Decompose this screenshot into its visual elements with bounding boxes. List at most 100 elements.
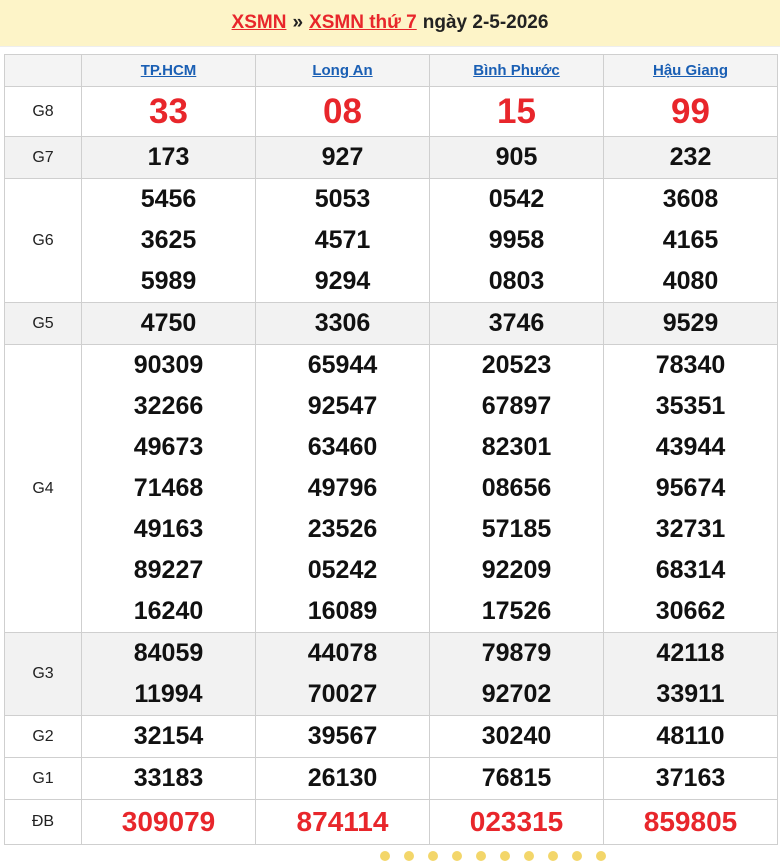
province-link[interactable]: TP.HCM xyxy=(141,62,197,79)
province-link[interactable]: Hậu Giang xyxy=(653,62,728,79)
prize-number: 92547 xyxy=(307,392,378,420)
prize-number: 49796 xyxy=(307,474,378,502)
prize-label: G5 xyxy=(4,302,82,345)
prize-number: 9294 xyxy=(314,267,371,295)
prize-number: 905 xyxy=(495,143,538,171)
prize-cell: 232 xyxy=(603,136,778,179)
prize-number: 16089 xyxy=(307,597,378,625)
prize-label: G4 xyxy=(4,344,82,633)
prize-number: 48110 xyxy=(656,722,725,750)
prize-cell: 33183 xyxy=(81,757,256,800)
prize-number: 9958 xyxy=(488,226,545,254)
prize-row: G5 4750 3306 3746 9529 xyxy=(4,302,778,345)
prize-row: G8 33 08 15 99 xyxy=(4,86,778,137)
prize-number: 67897 xyxy=(481,392,552,420)
breadcrumb-xsmn-thu7-link[interactable]: XSMN thứ 7 xyxy=(309,12,417,34)
prize-cell: 905 xyxy=(429,136,604,179)
prize-cell: 0542 9958 0803 xyxy=(429,178,604,303)
corner-cell xyxy=(4,54,82,87)
prize-number: 023315 xyxy=(469,806,564,837)
prize-number: 43944 xyxy=(655,433,726,461)
breadcrumb-xsmn-link[interactable]: XSMN xyxy=(232,12,287,34)
prize-number: 42118 xyxy=(656,639,725,667)
prize-cell: 15 xyxy=(429,86,604,137)
prize-row: G1 33183 26130 76815 37163 xyxy=(4,757,778,800)
prize-number: 49163 xyxy=(133,515,204,543)
prize-number: 4750 xyxy=(140,309,197,337)
prize-number: 16240 xyxy=(133,597,204,625)
province-header-row: TP.HCM Long An Bình Phước Hậu Giang xyxy=(4,54,778,87)
prize-number: 26130 xyxy=(307,764,378,792)
prize-number: 3625 xyxy=(140,226,197,254)
prize-cell: 023315 xyxy=(429,799,604,845)
province-link[interactable]: Bình Phước xyxy=(473,62,560,79)
prize-label: ĐB xyxy=(4,799,82,845)
prize-row: G3 84059 11994 44078 70027 79879 92702 42118 339… xyxy=(4,632,778,716)
prize-number: 70027 xyxy=(307,680,378,708)
prize-number: 65944 xyxy=(307,351,378,379)
prize-cell: 3306 xyxy=(255,302,430,345)
prize-number: 23526 xyxy=(307,515,378,543)
prize-number: 9529 xyxy=(662,309,719,337)
prize-cell: 859805 xyxy=(603,799,778,845)
prize-number: 4080 xyxy=(662,267,719,295)
prize-label: G3 xyxy=(4,632,82,716)
prize-cell: 44078 70027 xyxy=(255,632,430,716)
prize-number: 84059 xyxy=(133,639,204,667)
prize-cell: 5456 3625 5989 xyxy=(81,178,256,303)
prize-number: 173 xyxy=(147,143,190,171)
prize-cell: 5053 4571 9294 xyxy=(255,178,430,303)
prize-number: 20523 xyxy=(481,351,552,379)
prize-number: 33911 xyxy=(656,680,725,708)
prize-number: 89227 xyxy=(133,556,204,584)
prize-number: 39567 xyxy=(307,722,378,750)
prize-cell: 9529 xyxy=(603,302,778,345)
prize-number: 927 xyxy=(321,143,364,171)
prize-number: 11994 xyxy=(134,680,203,708)
prize-number: 76815 xyxy=(481,764,552,792)
prize-number: 05242 xyxy=(307,556,378,584)
draw-date: ngày 2-5-2026 xyxy=(422,12,549,33)
prize-number: 63460 xyxy=(307,433,378,461)
prize-row: G2 32154 39567 30240 48110 xyxy=(4,715,778,758)
prize-number: 35351 xyxy=(655,392,726,420)
prize-cell: 78340 35351 43944 95674 32731 68314 30662 xyxy=(603,344,778,633)
prize-cell: 39567 xyxy=(255,715,430,758)
prize-number: 99 xyxy=(671,92,710,131)
breadcrumb-separator: » xyxy=(292,12,304,33)
prize-cell: 173 xyxy=(81,136,256,179)
page-header: XSMN » XSMN thứ 7 ngày 2-5-2026 xyxy=(0,0,780,47)
prize-cell: 08 xyxy=(255,86,430,137)
prize-cell: 3746 xyxy=(429,302,604,345)
prize-cell: 90309 32266 49673 71468 49163 89227 16240 xyxy=(81,344,256,633)
prize-cell: 30240 xyxy=(429,715,604,758)
prize-cell: 874114 xyxy=(255,799,430,845)
prize-label: G7 xyxy=(4,136,82,179)
prize-cell: 99 xyxy=(603,86,778,137)
prize-number: 68314 xyxy=(655,556,726,584)
prize-number: 71468 xyxy=(133,474,204,502)
prize-row: ĐB 309079 874114 023315 859805 xyxy=(4,799,778,845)
prize-cell: 4750 xyxy=(81,302,256,345)
prize-label: G1 xyxy=(4,757,82,800)
prize-number: 32266 xyxy=(133,392,204,420)
prize-label: G2 xyxy=(4,715,82,758)
prize-number: 15 xyxy=(497,92,536,131)
prize-cell: 32154 xyxy=(81,715,256,758)
prize-number: 78340 xyxy=(655,351,726,379)
prize-number: 17526 xyxy=(481,597,552,625)
prize-number: 90309 xyxy=(133,351,204,379)
prize-cell: 33 xyxy=(81,86,256,137)
prize-cell: 37163 xyxy=(603,757,778,800)
prize-number: 874114 xyxy=(296,806,389,837)
prize-cell: 48110 xyxy=(603,715,778,758)
prize-number: 82301 xyxy=(481,433,552,461)
prize-number: 0803 xyxy=(488,267,545,295)
prize-number: 4571 xyxy=(314,226,371,254)
prize-number: 5456 xyxy=(140,185,197,213)
prize-number: 0542 xyxy=(488,185,545,213)
prize-number: 95674 xyxy=(655,474,726,502)
province-link[interactable]: Long An xyxy=(312,62,372,79)
prize-number: 49673 xyxy=(133,433,204,461)
prize-number: 309079 xyxy=(121,806,216,837)
